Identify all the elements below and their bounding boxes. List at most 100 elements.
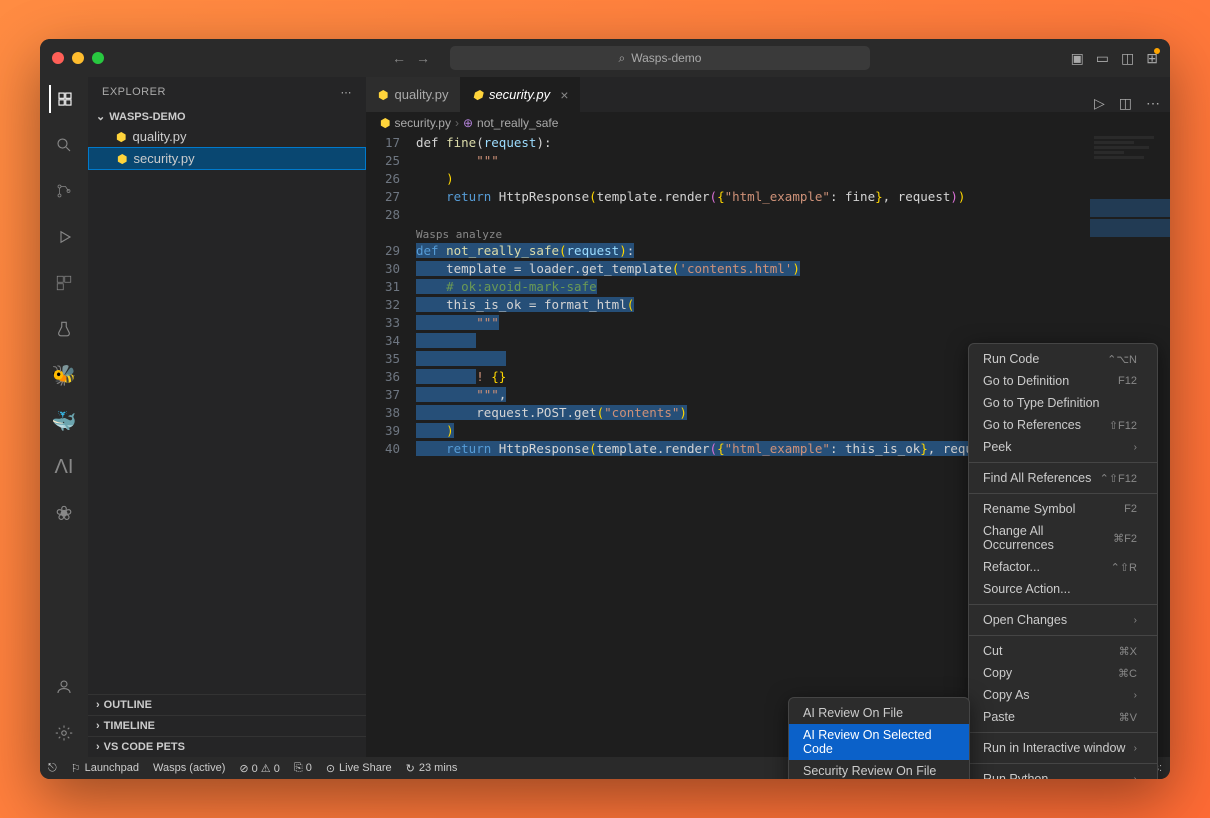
docker-icon[interactable]: 🐳 — [50, 407, 78, 435]
context-menu-item[interactable]: Find All References⌃⇧F12 — [969, 467, 1157, 489]
source-control-icon[interactable] — [50, 177, 78, 205]
editor-tab[interactable]: ⬢ quality.py — [366, 77, 460, 112]
collapsed-panel[interactable]: › TIMELINE — [88, 715, 366, 736]
menu-label: Refactor... — [983, 560, 1040, 574]
context-menu-item[interactable]: Run Python› — [969, 768, 1157, 779]
menu-shortcut: ⌘V — [1119, 711, 1137, 724]
remote-indicator[interactable]: ⎋ — [48, 762, 57, 775]
context-menu-item[interactable]: Run in Interactive window› — [969, 737, 1157, 759]
explorer-icon[interactable] — [49, 85, 77, 113]
menu-label: Go to Type Definition — [983, 396, 1100, 410]
tab-label: quality.py — [394, 87, 448, 102]
layout-customize-icon[interactable]: ⊞ — [1146, 50, 1158, 67]
misc-icon[interactable]: ❀ — [50, 499, 78, 527]
testing-icon[interactable] — [50, 315, 78, 343]
file-tree: ⌄ WASPS-DEMO ⬢ quality.py ⬢ security.py — [88, 107, 366, 694]
breadcrumb-symbol: not_really_safe — [477, 116, 558, 130]
context-menu-item[interactable]: Source Action... — [969, 578, 1157, 600]
search-activity-icon[interactable] — [50, 131, 78, 159]
menu-label: Run Python — [983, 772, 1048, 779]
menu-label: Run Code — [983, 352, 1039, 366]
sidebar-more-icon[interactable]: ⋯ — [341, 86, 353, 99]
sidebar: EXPLORER ⋯ ⌄ WASPS-DEMO ⬢ quality.py ⬢ secu… — [88, 77, 366, 757]
context-menu-item[interactable]: Cut⌘X — [969, 640, 1157, 662]
sb-ports[interactable]: ⎘ 0 — [294, 762, 312, 775]
submenu-item[interactable]: Security Review On File — [789, 760, 969, 779]
context-menu-item[interactable]: Go to Definition F12 — [969, 370, 1157, 392]
editor-tab[interactable]: ⬢security.py× — [460, 77, 580, 112]
menu-shortcut: F12 — [1118, 375, 1137, 387]
menu-label: Find All References — [983, 471, 1091, 485]
python-tab-icon: ⬢ — [378, 88, 388, 102]
context-menu-item[interactable]: Copy ⌘C — [969, 662, 1157, 684]
menu-label: Run in Interactive window — [983, 741, 1125, 755]
nav-back[interactable]: ← — [392, 50, 406, 66]
submenu-arrow-icon: › — [1134, 442, 1137, 453]
editor-tabs: ⬢ quality.py ⬢security.py× ▷ ◫ ⋯ — [366, 77, 1170, 112]
layout-panel-icon[interactable]: ▭ — [1096, 50, 1109, 67]
menu-label: Copy — [983, 666, 1012, 680]
sb-problems[interactable]: ⊘ 0 ⚠ 0 — [239, 762, 279, 775]
menu-label: Source Action... — [983, 582, 1071, 596]
sb-wasps[interactable]: Wasps (active) — [153, 762, 225, 774]
context-menu-item[interactable]: Paste⌘V — [969, 706, 1157, 728]
sb-time[interactable]: ↻ 23 mins — [406, 762, 458, 775]
command-center[interactable]: ⌕ Wasps-demo — [450, 46, 870, 70]
symbol-icon: ⊕ — [463, 116, 473, 130]
editor-actions: ▷ ◫ ⋯ — [1084, 95, 1170, 112]
submenu-item[interactable]: AI Review On File — [789, 702, 969, 724]
context-menu-item[interactable]: Rename SymbolF2 — [969, 498, 1157, 520]
workspace-root[interactable]: ⌄ WASPS-DEMO — [88, 107, 366, 126]
window-controls — [52, 52, 104, 64]
line-gutter: 1725262728293031323334353637383940 — [366, 134, 416, 757]
menu-label: Go to Definition — [983, 374, 1069, 388]
submenu-label: AI Review On File — [803, 706, 903, 720]
codelens[interactable]: Wasps analyze — [416, 224, 1170, 242]
collapsed-panel[interactable]: › OUTLINE — [88, 694, 366, 715]
minimize-window[interactable] — [72, 52, 84, 64]
debug-icon[interactable] — [50, 223, 78, 251]
maximize-window[interactable] — [92, 52, 104, 64]
layout-primary-icon[interactable]: ▣ — [1071, 50, 1084, 67]
python-file-icon: ⬢ — [116, 130, 126, 144]
breadcrumb[interactable]: ⬢ security.py › ⊕ not_really_safe — [366, 112, 1170, 134]
context-menu-item[interactable]: Run Code⌃⌥N — [969, 348, 1157, 370]
run-icon[interactable]: ▷ — [1094, 95, 1105, 112]
close-window[interactable] — [52, 52, 64, 64]
collapsed-panel[interactable]: › VS CODE PETS — [88, 736, 366, 757]
wasps-icon[interactable]: 🐝 — [50, 361, 78, 389]
file-item[interactable]: ⬢ security.py — [88, 147, 366, 170]
account-icon[interactable] — [50, 673, 78, 701]
menu-shortcut: ⌘C — [1118, 667, 1137, 680]
context-menu-item[interactable]: Refactor...⌃⇧R — [969, 556, 1157, 578]
context-menu-item[interactable]: Peek › — [969, 436, 1157, 458]
context-menu-item[interactable]: Go to Type Definition — [969, 392, 1157, 414]
submenu-item[interactable]: AI Review On Selected Code — [789, 724, 969, 760]
more-actions-icon[interactable]: ⋯ — [1146, 95, 1160, 112]
layout-secondary-icon[interactable]: ◫ — [1121, 50, 1134, 67]
chevron-right-icon: › — [96, 699, 100, 711]
extensions-icon[interactable] — [50, 269, 78, 297]
file-name: security.py — [133, 151, 194, 166]
chevron-down-icon: ⌄ — [96, 110, 105, 123]
sb-launchpad[interactable]: ⚐ Launchpad — [71, 762, 139, 775]
submenu-arrow-icon: › — [1134, 690, 1137, 701]
menu-label: Peek — [983, 440, 1012, 454]
file-name: quality.py — [132, 129, 186, 144]
settings-icon[interactable] — [50, 719, 78, 747]
menu-shortcut: ⌘F2 — [1113, 532, 1137, 545]
context-menu-item[interactable]: Change All Occurrences⌘F2 — [969, 520, 1157, 556]
sidebar-header: EXPLORER ⋯ — [88, 77, 366, 107]
close-tab-icon[interactable]: × — [560, 87, 568, 103]
context-menu-item[interactable]: Go to References⇧F12 — [969, 414, 1157, 436]
nav-forward[interactable]: → — [416, 50, 430, 66]
context-menu-item[interactable]: Open Changes› — [969, 609, 1157, 631]
sb-liveshare[interactable]: ⊙ Live Share — [326, 762, 392, 775]
split-icon[interactable]: ◫ — [1119, 95, 1132, 112]
context-menu-item[interactable]: Copy As› — [969, 684, 1157, 706]
python-file-icon: ⬢ — [117, 152, 127, 166]
sidebar-title: EXPLORER — [102, 86, 166, 98]
file-item[interactable]: ⬢ quality.py — [88, 126, 366, 147]
ai-icon[interactable]: ΛI — [50, 453, 78, 481]
search-icon: ⌕ — [619, 51, 626, 66]
